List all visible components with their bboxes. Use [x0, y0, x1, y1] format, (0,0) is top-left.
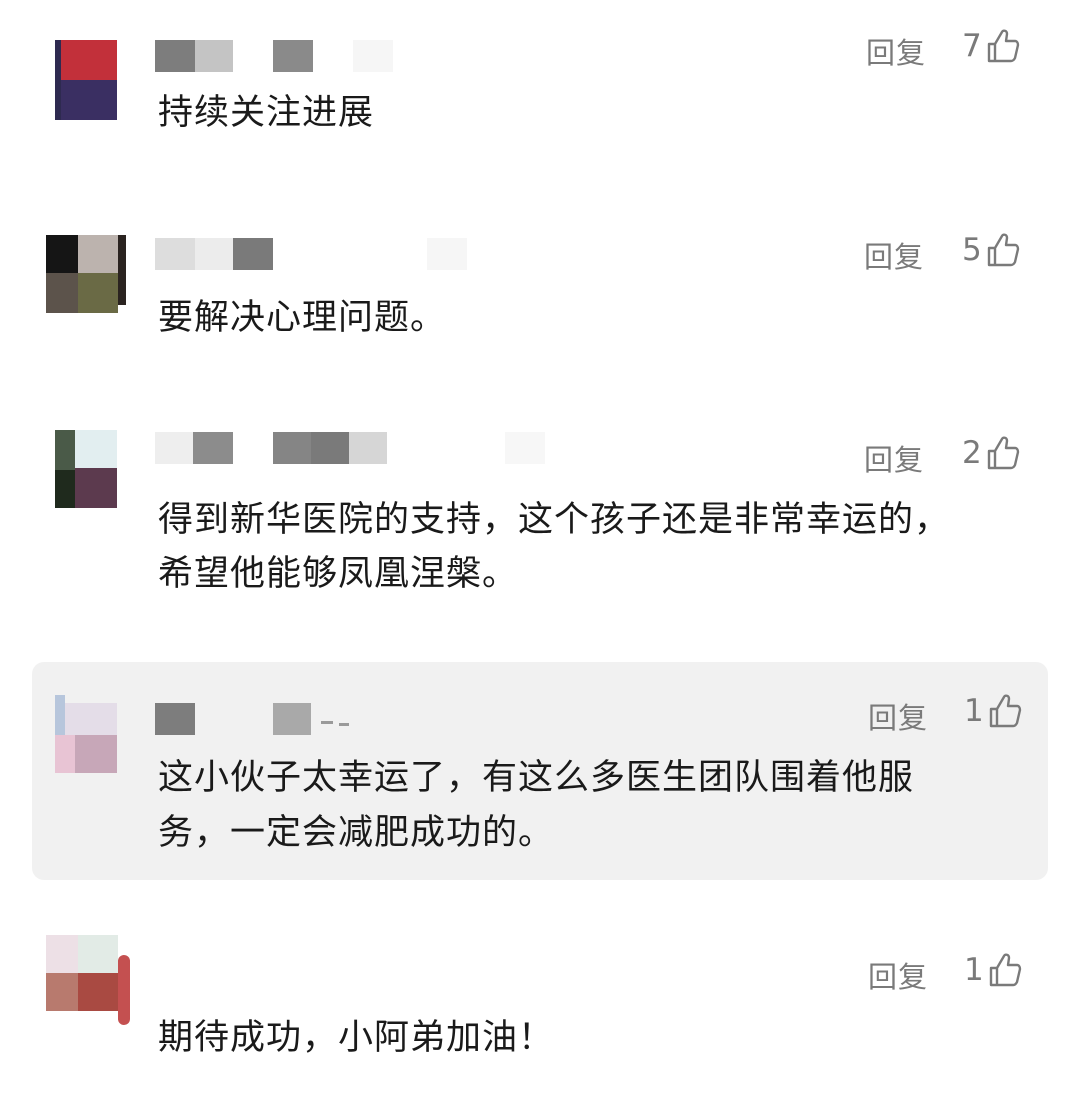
comment-text: 期待成功，小阿弟加油！	[158, 1018, 555, 1058]
like-button[interactable]: 1	[964, 693, 1022, 729]
avatar[interactable]	[55, 430, 119, 510]
avatar[interactable]	[46, 935, 136, 1025]
reply-button[interactable]: 回复	[868, 695, 928, 737]
like-count: 2	[962, 435, 982, 471]
username-blurred[interactable]	[155, 432, 555, 464]
like-button[interactable]: 5	[962, 232, 1020, 268]
comment-text: 要解决心理问题。	[158, 298, 447, 338]
like-button[interactable]: 1	[964, 952, 1022, 988]
comment-text-line: 希望他能够凤凰涅槃。	[158, 554, 519, 594]
reply-button[interactable]: 回复	[864, 437, 924, 479]
comment-text-line: 务，一定会减肥成功的。	[158, 813, 555, 853]
username-blurred[interactable]	[155, 703, 375, 735]
like-count: 7	[962, 28, 982, 64]
avatar[interactable]	[55, 695, 119, 775]
thumbs-up-icon	[987, 436, 1019, 470]
thumbs-up-icon	[989, 953, 1021, 987]
like-button[interactable]: 7	[962, 28, 1020, 64]
thumbs-up-icon	[987, 29, 1019, 63]
comment-text: 持续关注进展	[158, 93, 375, 133]
reply-button[interactable]: 回复	[868, 954, 928, 996]
avatar[interactable]	[46, 235, 126, 315]
username-blurred[interactable]	[155, 238, 475, 270]
like-count: 5	[962, 232, 982, 268]
like-button[interactable]: 2	[962, 435, 1020, 471]
thumbs-up-icon	[987, 233, 1019, 267]
reply-button[interactable]: 回复	[866, 30, 926, 72]
like-count: 1	[964, 952, 984, 988]
like-count: 1	[964, 693, 984, 729]
reply-button[interactable]: 回复	[864, 234, 924, 276]
comment-text-line: 得到新华医院的支持，这个孩子还是非常幸运的，	[158, 500, 951, 540]
avatar[interactable]	[55, 40, 119, 120]
username-blurred[interactable]	[155, 40, 395, 72]
thumbs-up-icon	[989, 694, 1021, 728]
comment-text-line: 这小伙子太幸运了，有这么多医生团队围着他服	[158, 758, 915, 798]
